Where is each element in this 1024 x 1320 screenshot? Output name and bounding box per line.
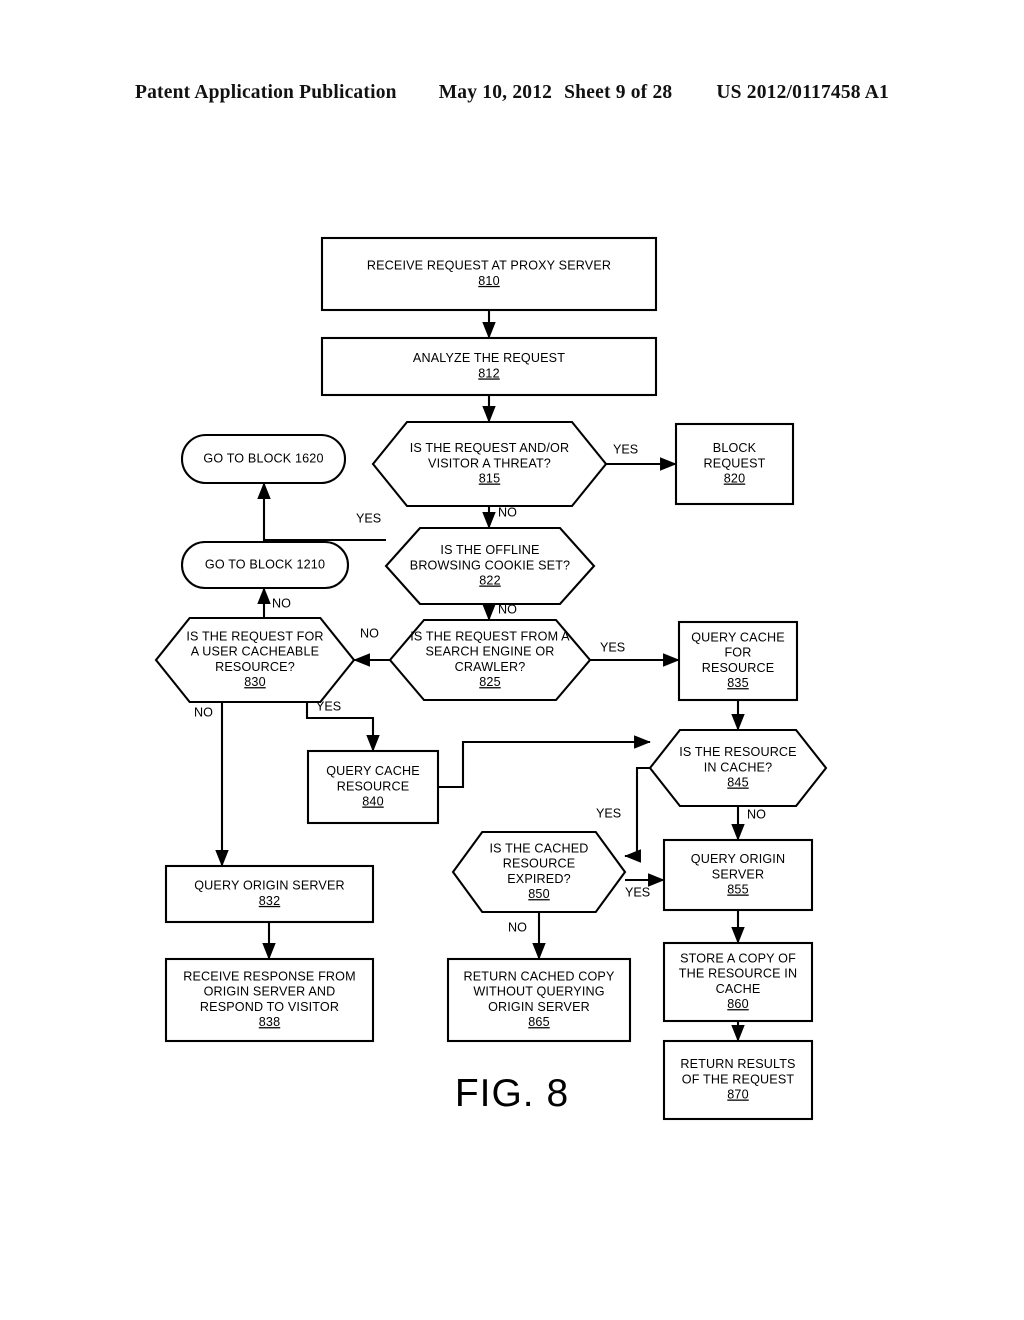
node-label-line: IS THE CACHED: [490, 842, 589, 856]
node-reference-number: 835: [727, 676, 748, 690]
node-reference-number: 838: [259, 1015, 280, 1029]
node-label-line: A USER CACHEABLE: [191, 645, 319, 659]
node-label-line: IS THE OFFLINE: [440, 543, 539, 557]
edge-label-815-no: NO: [498, 505, 517, 519]
node-label-line: RECEIVE RESPONSE FROM: [183, 970, 356, 984]
flow-node-850: IS THE CACHEDRESOURCEEXPIRED?850: [451, 830, 627, 914]
edge-label-815-yes: YES: [613, 442, 638, 456]
node-reference-number: 860: [727, 997, 748, 1011]
node-label-line: GO TO BLOCK 1620: [203, 451, 323, 465]
node-reference-number: 855: [727, 883, 748, 897]
node-reference-number: 815: [479, 472, 500, 486]
edge-label-845-yes: YES: [596, 806, 621, 820]
edge-label-850-yes: YES: [625, 885, 650, 899]
node-reference-number: 830: [244, 675, 265, 689]
flow-node-1620: GO TO BLOCK 1620: [180, 433, 347, 485]
edge-label-830-no-832: NO: [194, 705, 213, 719]
node-reference-number: 845: [727, 776, 748, 790]
node-label-line: QUERY ORIGIN SERVER: [194, 879, 345, 893]
node-label-line: RESOURCE?: [215, 660, 295, 674]
flow-node-845: IS THE RESOURCEIN CACHE? 845: [648, 728, 828, 808]
node-label-line: IS THE REQUEST FOR: [186, 630, 323, 644]
node-label-line: RESOURCE: [337, 779, 410, 793]
node-label-line: QUERY ORIGIN: [691, 852, 785, 866]
node-label-line: STORE A COPY OF: [680, 952, 796, 966]
flow-node-822: IS THE OFFLINEBROWSING COOKIE SET? 822: [384, 526, 596, 606]
node-label-line: ORIGIN SERVER AND: [204, 985, 336, 999]
flow-node-820: BLOCKREQUEST 820: [674, 422, 795, 506]
flow-node-830: IS THE REQUEST FORA USER CACHEABLERESOUR…: [154, 616, 356, 704]
node-reference-number: 840: [362, 795, 383, 809]
node-label-line: IS THE RESOURCE: [679, 745, 796, 759]
node-label-line: BROWSING COOKIE SET?: [410, 558, 570, 572]
node-label-line: SERVER: [712, 867, 764, 881]
node-label-line: RESOURCE: [503, 857, 576, 871]
node-label-line: QUERY CACHE: [691, 631, 785, 645]
edge-label-822-yes: YES: [356, 511, 381, 525]
flow-node-838: RECEIVE RESPONSE FROMORIGIN SERVER ANDRE…: [164, 957, 375, 1043]
node-label-line: BLOCK: [713, 441, 757, 455]
flowchart-figure: RECEIVE REQUEST AT PROXY SERVER810 ANALYZ…: [154, 236, 828, 1121]
edge-label-822-no: NO: [498, 602, 517, 616]
node-label-line: RETURN RESULTS: [680, 1057, 795, 1071]
flow-node-825: IS THE REQUEST FROM ASEARCH ENGINE ORCRA…: [388, 618, 592, 702]
edge-label-830-yes: YES: [316, 699, 341, 713]
node-label-line: FOR: [724, 646, 751, 660]
flow-node-835: QUERY CACHEFORRESOURCE835: [677, 620, 799, 702]
node-label-line: RECEIVE REQUEST AT PROXY SERVER: [367, 259, 611, 273]
edge-label-845-no: NO: [747, 807, 766, 821]
flow-node-832: QUERY ORIGIN SERVER832: [164, 864, 375, 924]
node-label-line: SEARCH ENGINE OR: [425, 645, 554, 659]
node-label-line: IS THE REQUEST FROM A: [410, 630, 570, 644]
node-label-line: IS THE REQUEST AND/OR: [410, 441, 569, 455]
edge-845-850: [624, 766, 650, 863]
node-label-line: EXPIRED?: [507, 872, 571, 886]
flow-node-1210: GO TO BLOCK 1210: [180, 540, 350, 590]
flow-node-865: RETURN CACHED COPYWITHOUT QUERYINGORIGIN…: [446, 957, 632, 1043]
edge-label-825-yes: YES: [600, 640, 625, 654]
edge-label-850-no: NO: [508, 920, 527, 934]
flow-node-815: IS THE REQUEST AND/ORVISITOR A THREAT? 81…: [371, 420, 608, 508]
flowchart-nodes: RECEIVE REQUEST AT PROXY SERVER810 ANALYZ…: [154, 236, 828, 1121]
node-reference-number: 850: [528, 887, 549, 901]
edge-840-845: [438, 735, 651, 789]
node-reference-number: 812: [478, 366, 499, 380]
node-label-line: GO TO BLOCK 1210: [205, 557, 325, 571]
node-label-line: REQUEST: [704, 456, 766, 470]
figure-caption: FIG. 8: [454, 1072, 570, 1115]
node-reference-number: 820: [724, 472, 745, 486]
node-reference-number: 825: [479, 675, 500, 689]
node-label-line: CRAWLER?: [455, 660, 526, 674]
node-label-line: IN CACHE?: [704, 760, 773, 774]
flow-node-855: QUERY ORIGINSERVER 855: [662, 838, 814, 912]
node-label-line: QUERY CACHE: [326, 764, 420, 778]
node-label-line: RETURN CACHED COPY: [463, 970, 614, 984]
node-label-line: CACHE: [716, 982, 761, 996]
node-reference-number: 865: [528, 1015, 549, 1029]
node-reference-number: 810: [478, 274, 499, 288]
flow-node-812: ANALYZE THE REQUEST812: [320, 336, 658, 397]
node-label-line: WITHOUT QUERYING: [473, 985, 604, 999]
flow-node-810: RECEIVE REQUEST AT PROXY SERVER810: [320, 236, 658, 312]
node-label-line: VISITOR A THREAT?: [428, 456, 551, 470]
edge-label-825-no: NO: [360, 626, 379, 640]
patent-sheet: Patent Application Publication May 10, 20…: [0, 0, 1024, 1320]
node-reference-number: 822: [479, 574, 500, 588]
flow-node-840: QUERY CACHERESOURCE 840: [306, 749, 440, 825]
edge-label-830-no-1210: NO: [272, 596, 291, 610]
node-label-line: RESPOND TO VISITOR: [200, 1000, 339, 1014]
node-label-line: RESOURCE: [702, 661, 775, 675]
node-label-line: ANALYZE THE REQUEST: [413, 351, 565, 365]
node-label-line: ORIGIN SERVER: [488, 1000, 590, 1014]
flow-node-860: STORE A COPY OFTHE RESOURCE INCACHE860: [662, 941, 814, 1023]
node-label-line: THE RESOURCE IN: [679, 967, 797, 981]
node-reference-number: 832: [259, 894, 280, 908]
